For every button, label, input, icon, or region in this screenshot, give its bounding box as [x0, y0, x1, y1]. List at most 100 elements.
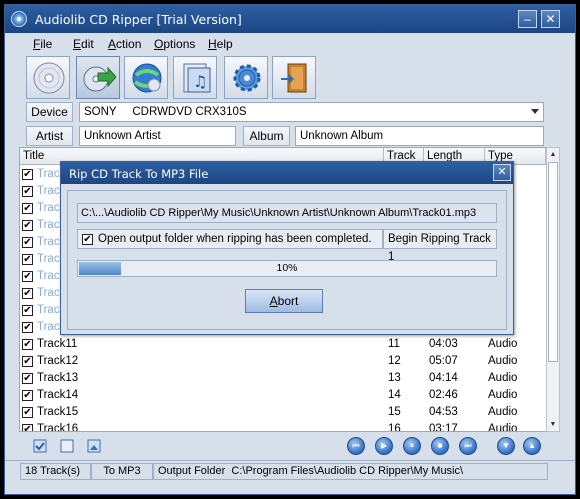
open-folder-label: Open output folder when ripping has been… [98, 233, 372, 245]
track-checkbox[interactable]: ✔ [22, 271, 33, 282]
rip-progress-bar: 10% [77, 260, 497, 277]
track-checkbox[interactable]: ✔ [22, 356, 33, 367]
track-number: 11 [388, 338, 400, 350]
scroll-up-arrow-icon[interactable]: ▲ [547, 148, 559, 161]
uncheck-all-icon[interactable] [60, 439, 74, 453]
minimize-button[interactable]: – [518, 10, 537, 28]
open-folder-checkbox[interactable]: ✔ Open output folder when ripping has be… [77, 229, 383, 249]
menu-file[interactable]: File [33, 37, 52, 51]
track-title: Trac [37, 202, 60, 214]
menu-options[interactable]: Options [154, 37, 195, 51]
bottom-toolbar: ⏮ ▶ ⏸ ■ ⏭ ▼ ▲ [5, 433, 575, 459]
dialog-title: Rip CD Track To MP3 File [69, 167, 209, 181]
track-title: Track13 [37, 372, 79, 384]
track-length: 05:07 [429, 355, 458, 367]
menu-action[interactable]: Action [108, 37, 141, 51]
ripping-status: Begin Ripping Track 1 [383, 229, 497, 263]
album-input[interactable]: Unknown Album [295, 126, 544, 146]
dialog-close-button[interactable]: ✕ [493, 164, 511, 181]
toolbar: ♫ [5, 55, 575, 101]
rip-progress-dialog: Rip CD Track To MP3 File ✕ C:\...\Audiol… [60, 161, 514, 335]
pause-icon[interactable]: ⏸ [403, 437, 421, 455]
track-title: Trac [37, 253, 60, 265]
eject-icon[interactable]: ▲ [523, 437, 541, 455]
track-checkbox[interactable]: ✔ [22, 169, 33, 180]
scroll-down-icon[interactable]: ▼ [497, 437, 515, 455]
track-checkbox[interactable]: ✔ [22, 186, 33, 197]
playlist-icon: ♫ [183, 63, 211, 93]
table-row[interactable]: ✔ Track12 12 05:07 Audio [20, 353, 546, 370]
artist-album-row: Artist Unknown Artist Album Unknown Albu… [5, 126, 575, 148]
device-select[interactable]: SONY CDRWDVD CRX310S [79, 102, 544, 122]
scrollbar-thumb[interactable] [548, 162, 558, 362]
invert-selection-icon[interactable] [87, 439, 101, 453]
track-checkbox[interactable]: ✔ [22, 373, 33, 384]
track-number: 16 [388, 423, 401, 432]
artist-input[interactable]: Unknown Artist [79, 126, 236, 146]
settings-button[interactable] [224, 56, 268, 99]
status-bar: 18 Track(s) To MP3 Output Folder C:\Prog… [5, 460, 575, 481]
settings-gear-icon [233, 64, 261, 92]
track-title: Trac [37, 185, 60, 197]
track-checkbox[interactable]: ✔ [22, 305, 33, 316]
table-row[interactable]: ✔ Track11 11 04:03 Audio [20, 336, 546, 353]
close-button[interactable]: ✕ [541, 10, 560, 28]
track-title: Track14 [37, 389, 79, 401]
track-title: Trac [37, 304, 60, 316]
track-checkbox[interactable]: ✔ [22, 254, 33, 265]
table-row[interactable]: ✔ Track15 15 04:53 Audio [20, 404, 546, 421]
table-row[interactable]: ✔ Track14 14 02:46 Audio [20, 387, 546, 404]
track-number: 13 [388, 372, 401, 384]
exit-door-icon [281, 63, 307, 93]
previous-track-icon[interactable]: ⏮ [347, 437, 365, 455]
list-scrollbar[interactable]: ▲ ▼ [546, 147, 560, 432]
playlist-button[interactable]: ♫ [173, 56, 217, 99]
cd-icon [33, 62, 65, 94]
internet-cd-info-icon [132, 63, 162, 93]
table-row[interactable]: ✔ Track16 16 03:17 Audio [20, 421, 546, 432]
window-title: Audiolib CD Ripper [Trial Version] [35, 12, 242, 27]
track-checkbox[interactable]: ✔ [22, 424, 33, 431]
track-checkbox[interactable]: ✔ [22, 288, 33, 299]
menu-edit[interactable]: Edit [73, 37, 94, 51]
cd-button[interactable] [26, 56, 70, 99]
track-checkbox[interactable]: ✔ [22, 339, 33, 350]
track-count: 18 Track(s) [20, 463, 91, 480]
app-cd-icon [11, 11, 27, 27]
track-checkbox[interactable]: ✔ [22, 237, 33, 248]
table-row[interactable]: ✔ Track13 13 04:14 Audio [20, 370, 546, 387]
track-title: Trac [37, 168, 60, 180]
output-folder-path: C:\Program Files\Audiolib CD Ripper\My M… [231, 465, 464, 477]
dialog-title-bar[interactable]: Rip CD Track To MP3 File ✕ [61, 162, 513, 184]
track-checkbox[interactable]: ✔ [22, 407, 33, 418]
track-checkbox[interactable]: ✔ [22, 390, 33, 401]
internet-cd-info-button[interactable] [124, 56, 168, 99]
play-icon[interactable]: ▶ [375, 437, 393, 455]
rip-to-file-button[interactable] [76, 56, 120, 99]
track-title: Trac [37, 270, 60, 282]
next-track-icon[interactable]: ⏭ [459, 437, 477, 455]
track-checkbox[interactable]: ✔ [22, 220, 33, 231]
title-bar[interactable]: Audiolib CD Ripper [Trial Version] – ✕ [5, 5, 575, 33]
scroll-down-arrow-icon[interactable]: ▼ [547, 418, 559, 431]
track-checkbox[interactable]: ✔ [22, 203, 33, 214]
track-type: Audio [488, 406, 518, 418]
artist-label: Artist [26, 126, 73, 146]
stop-icon[interactable]: ■ [431, 437, 449, 455]
track-title: Track15 [37, 406, 79, 418]
checkbox-checked-icon[interactable]: ✔ [82, 234, 93, 245]
output-format: To MP3 [91, 463, 153, 480]
abort-button[interactable]: Abort [245, 289, 323, 313]
track-title: Track12 [37, 355, 79, 367]
album-label: Album [243, 126, 290, 146]
check-all-icon[interactable] [33, 439, 47, 453]
output-folder-label: Output Folder [158, 465, 226, 477]
svg-text:♫: ♫ [193, 72, 207, 91]
progress-percent: 10% [276, 262, 298, 274]
track-number: 15 [388, 406, 401, 418]
device-label: Device [26, 102, 73, 122]
rip-to-file-icon [83, 66, 116, 92]
menu-help[interactable]: Help [208, 37, 233, 51]
exit-button[interactable] [272, 56, 316, 99]
track-checkbox[interactable]: ✔ [22, 322, 33, 333]
